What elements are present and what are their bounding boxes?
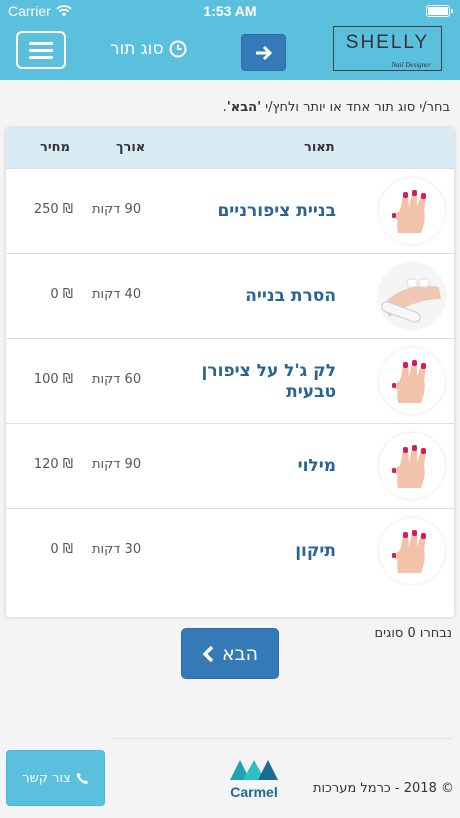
app-header: סוג תור SHELLY Nail Designer <box>0 22 460 80</box>
row-price: ₪ 100 <box>33 372 73 387</box>
pink-nails-icon <box>379 433 445 499</box>
row-length: 60 דקות <box>92 372 142 387</box>
instructions-prefix: בחר/י סוג תור אחד או יותר ולחץ/י <box>261 100 450 115</box>
phone-icon <box>76 772 88 784</box>
header-next-button[interactable] <box>241 34 286 71</box>
instructions-emphasis: 'הבא' <box>226 100 262 115</box>
next-button[interactable]: הבא <box>181 628 279 679</box>
table-row[interactable]: תיקון 30 דקות ₪ 0 <box>6 508 454 593</box>
header-description: תאור <box>304 140 335 155</box>
table-row[interactable]: לק ג'ל על ציפורן טבעית 60 דקות ₪ 100 <box>6 338 454 423</box>
row-name: בניית ציפורניים <box>217 201 336 221</box>
chevron-left-icon <box>202 645 214 662</box>
status-time: 1:53 AM <box>203 3 257 19</box>
carmel-logo-mark <box>230 760 278 780</box>
pink-nails-icon <box>379 178 445 244</box>
status-bar: Carrier 1:53 AM <box>0 0 460 22</box>
clock-icon <box>169 40 187 58</box>
appointment-types-table: תאור אורך מחיר בניית ציפורניים 90 דקות ₪ 2… <box>6 128 454 617</box>
pink-nails-icon <box>379 348 445 414</box>
nail-file-icon <box>379 263 445 329</box>
row-length: 90 דקות <box>92 457 142 472</box>
arrow-right-icon <box>255 45 272 60</box>
contact-label: צור קשר <box>22 770 71 786</box>
logo-name: SHELLY <box>345 32 430 53</box>
table-row[interactable]: הסרת בנייה 40 דקות ₪ 0 <box>6 253 454 338</box>
row-name: תיקון <box>295 541 336 561</box>
carmel-logo: Carmel <box>225 758 283 800</box>
row-name: הסרת בנייה <box>245 286 336 306</box>
selected-count: נבחרו 0 סוגים <box>374 626 452 641</box>
battery-icon <box>426 5 453 17</box>
row-length: 30 דקות <box>92 542 142 557</box>
row-price: ₪ 0 <box>50 287 73 302</box>
header-length: אורך <box>116 140 146 155</box>
row-length: 90 דקות <box>92 202 142 217</box>
pink-nails-icon <box>379 518 445 584</box>
instructions-text: בחר/י סוג תור אחד או יותר ולחץ/י 'הבא'. <box>10 100 450 115</box>
table-header: תאור אורך מחיר <box>6 128 454 168</box>
carmel-word: Carmel <box>230 784 278 800</box>
row-price: ₪ 0 <box>50 542 73 557</box>
page-title: סוג תור <box>110 39 187 59</box>
header-price: מחיר <box>40 140 70 155</box>
menu-button[interactable] <box>16 31 66 69</box>
shelly-logo: SHELLY Nail Designer <box>333 26 442 71</box>
row-name: מילוי <box>297 456 336 476</box>
row-length: 40 דקות <box>92 287 142 302</box>
table-row[interactable]: מילוי 90 דקות ₪ 120 <box>6 423 454 508</box>
page-title-text: סוג תור <box>110 39 164 59</box>
copyright-text: © 2018 - כרמל מערכות <box>312 781 454 796</box>
table-row[interactable]: בניית ציפורניים 90 דקות ₪ 250 <box>6 168 454 253</box>
contact-button[interactable]: צור קשר <box>6 750 105 806</box>
logo-subtitle: Nail Designer <box>391 61 431 69</box>
row-name: לק ג'ל על ציפורן טבעית <box>201 361 336 402</box>
next-button-label: הבא <box>221 642 259 665</box>
row-price: ₪ 120 <box>33 457 73 472</box>
row-price: ₪ 250 <box>33 202 73 217</box>
footer-divider <box>112 738 452 739</box>
